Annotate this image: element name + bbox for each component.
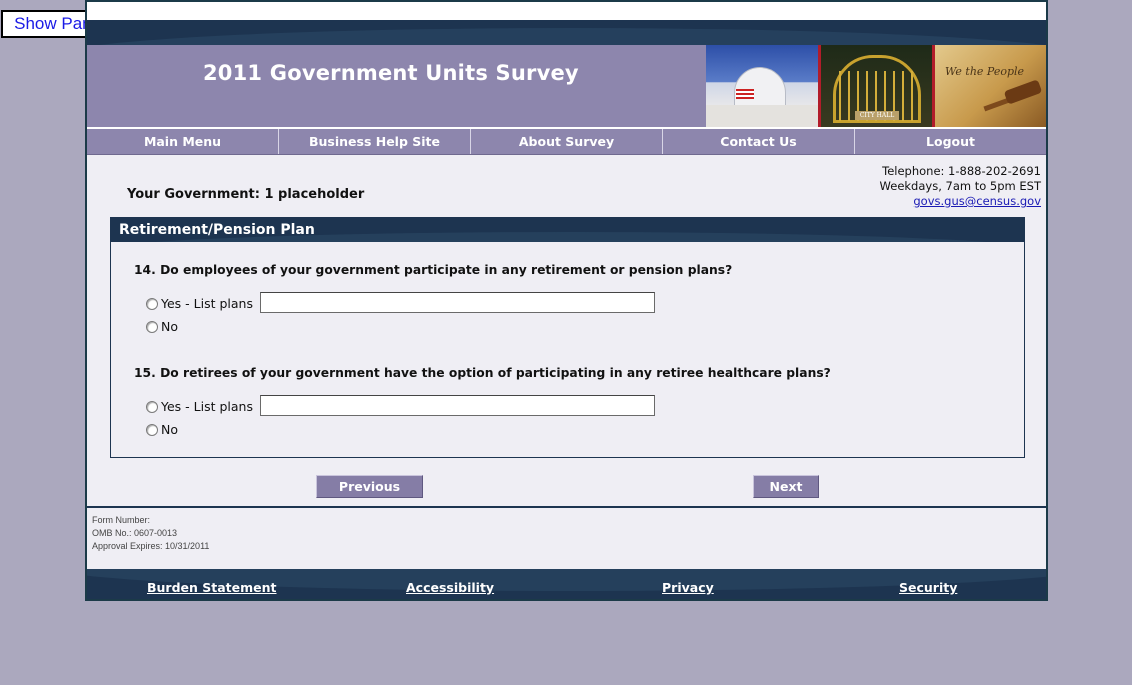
q15-no-radio[interactable]: [146, 423, 158, 436]
survey-page: 2011 Government Units Survey CITY HALL W…: [85, 0, 1048, 601]
q15-yes-label: Yes - List plans: [161, 399, 253, 414]
q14-plans-input[interactable]: [260, 292, 655, 313]
nav-about-survey[interactable]: About Survey: [471, 129, 663, 154]
contact-hours: Weekdays, 7am to 5pm EST: [879, 179, 1041, 193]
nav-contact-us[interactable]: Contact Us: [663, 129, 855, 154]
divider: [87, 506, 1046, 508]
previous-button[interactable]: Previous: [316, 475, 423, 498]
capitol-image: [706, 45, 818, 127]
footer: Burden Statement Accessibility Privacy S…: [87, 569, 1046, 601]
question-15-text: 15. Do retirees of your government have …: [134, 366, 831, 380]
top-strip: [87, 0, 1046, 20]
gavel-image: We the People: [932, 45, 1046, 127]
question-14-text: 14. Do employees of your government part…: [134, 263, 733, 277]
q14-yes-radio[interactable]: [146, 297, 158, 310]
q15-no-label: No: [161, 422, 178, 437]
q15-plans-input[interactable]: [260, 395, 655, 416]
contact-info: Telephone: 1-888-202-2691 Weekdays, 7am …: [880, 164, 1041, 209]
retirement-section: Retirement/Pension Plan 14. Do employees…: [110, 217, 1025, 458]
q15-yes-radio[interactable]: [146, 400, 158, 413]
nav-main-menu[interactable]: Main Menu: [87, 129, 279, 154]
omb-number: OMB No.: 0607-0013: [92, 528, 178, 538]
q15-no-option[interactable]: No: [146, 422, 178, 437]
header-banner: 2011 Government Units Survey CITY HALL W…: [87, 45, 1046, 127]
q14-no-radio[interactable]: [146, 320, 158, 333]
government-name: Your Government: 1 placeholder: [127, 187, 365, 202]
section-header: Retirement/Pension Plan: [111, 218, 1024, 242]
footer-accessibility-link[interactable]: Accessibility: [406, 580, 494, 595]
form-info: Form Number: OMB No.: 0607-0013 Approval…: [92, 514, 209, 553]
q14-yes-label: Yes - List plans: [161, 296, 253, 311]
parchment-script: We the People: [945, 65, 1025, 78]
q15-yes-option[interactable]: Yes - List plans: [146, 399, 253, 414]
next-button[interactable]: Next: [753, 475, 819, 498]
q14-no-option[interactable]: No: [146, 319, 178, 334]
city-hall-plate: CITY HALL: [855, 111, 899, 120]
footer-security-link[interactable]: Security: [899, 580, 957, 595]
city-hall-image: CITY HALL: [818, 45, 932, 127]
footer-burden-statement-link[interactable]: Burden Statement: [147, 580, 277, 595]
contact-telephone: Telephone: 1-888-202-2691: [882, 164, 1041, 178]
main-nav: Main Menu Business Help Site About Surve…: [87, 127, 1046, 155]
form-number: Form Number:: [92, 515, 151, 525]
section-title: Retirement/Pension Plan: [119, 222, 315, 238]
page-title: 2011 Government Units Survey: [203, 61, 579, 85]
contact-email-link[interactable]: govs.gus@census.gov: [913, 194, 1041, 208]
q14-no-label: No: [161, 319, 178, 334]
approval-expires: Approval Expires: 10/31/2011: [92, 541, 210, 551]
header-band: [87, 20, 1046, 45]
footer-privacy-link[interactable]: Privacy: [662, 580, 714, 595]
nav-business-help-site[interactable]: Business Help Site: [279, 129, 471, 154]
q14-yes-option[interactable]: Yes - List plans: [146, 296, 253, 311]
nav-logout[interactable]: Logout: [855, 129, 1046, 154]
